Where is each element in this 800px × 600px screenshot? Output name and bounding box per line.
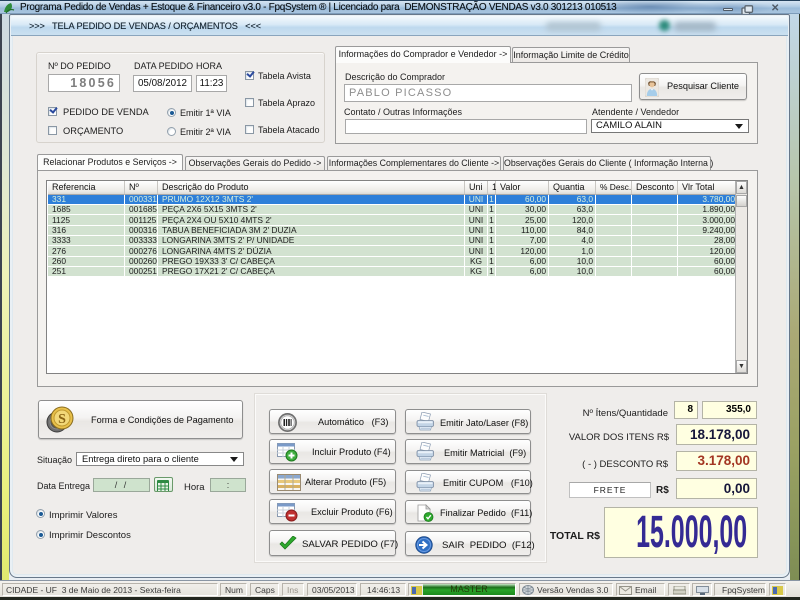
svg-text:S: S — [58, 412, 66, 427]
